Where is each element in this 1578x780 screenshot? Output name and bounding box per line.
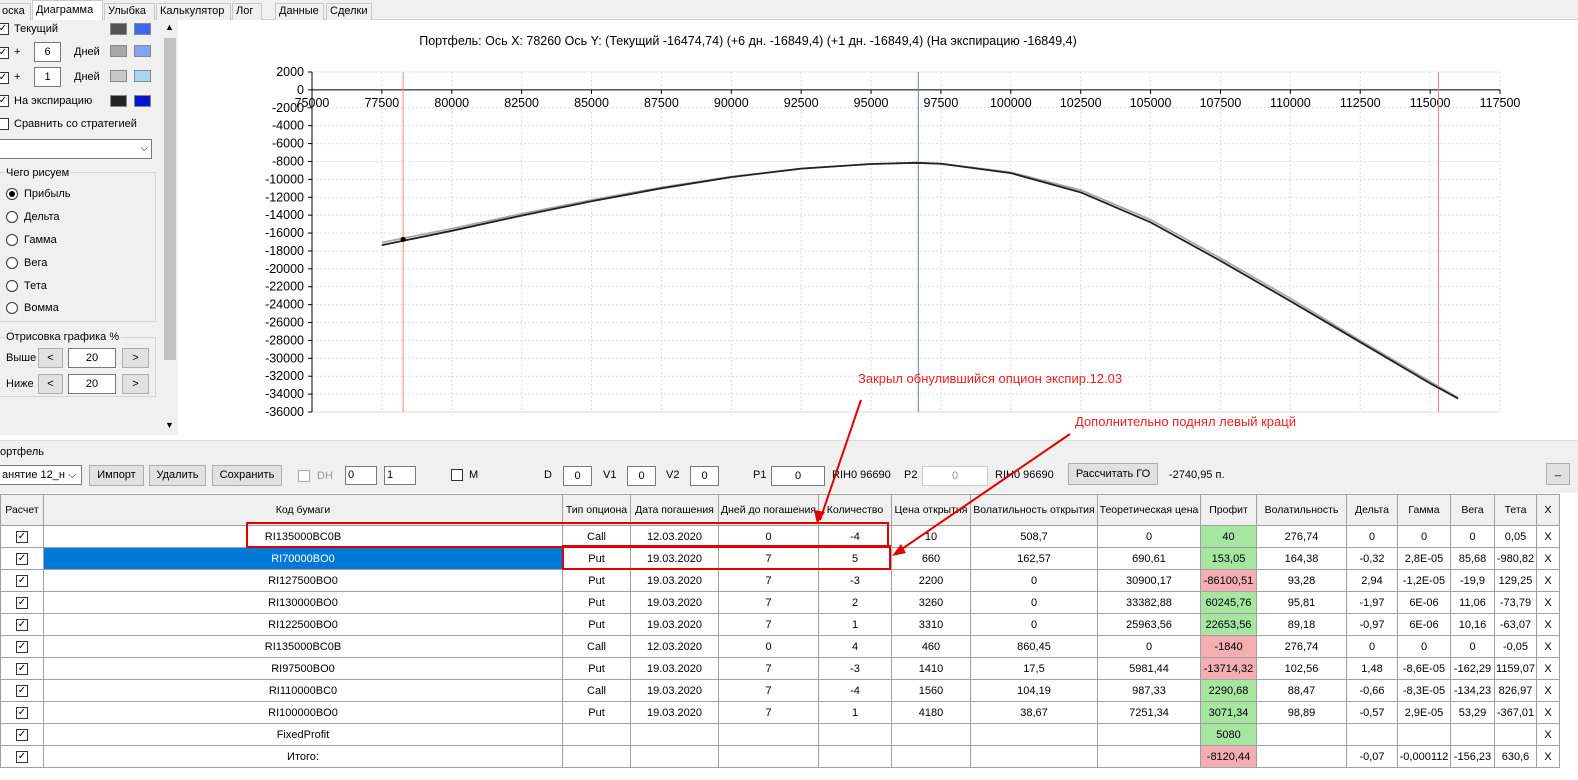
arrow-head-2: [892, 544, 906, 556]
arrow-head-1: [814, 510, 825, 524]
annotation-layer: [246, 399, 1071, 570]
highlight-box-row2: [562, 545, 891, 570]
annotation-arrow-2: [895, 433, 1071, 554]
annotation-raised-left: Дополнительно поднял левый крацй: [1075, 414, 1296, 429]
highlight-box-row1: [246, 522, 889, 548]
annotation-closed-option: Закрыл обнулившийся опцион экспир.12.03: [858, 371, 1123, 386]
annotation-arrow-1: [819, 399, 862, 521]
